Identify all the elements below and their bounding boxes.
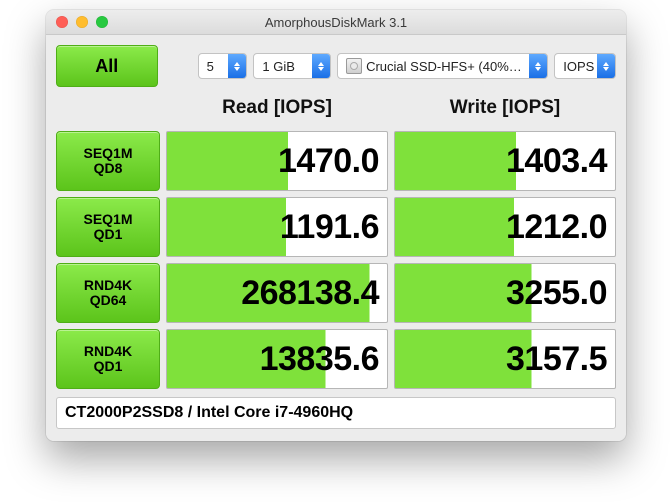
test-button-seq1m-qd8[interactable]: SEQ1M QD8: [56, 131, 160, 191]
test-button-rnd4k-qd64[interactable]: RND4K QD64: [56, 263, 160, 323]
row-label-l2: QD1: [94, 227, 123, 242]
read-cell: 1470.0: [166, 131, 388, 191]
mode-value: IOPS: [555, 59, 597, 74]
test-size-select[interactable]: 1 GiB: [253, 53, 331, 79]
row-label-l2: QD1: [94, 359, 123, 374]
read-value: 1191.6: [280, 208, 379, 247]
device-info[interactable]: CT2000P2SSD8 / Intel Core i7-4960HQ: [56, 397, 616, 429]
write-cell: 1403.4: [394, 131, 616, 191]
row-label-l1: RND4K: [84, 344, 132, 359]
minimize-icon[interactable]: [76, 16, 88, 28]
read-cell: 268138.4: [166, 263, 388, 323]
read-header: Read [IOPS]: [166, 93, 388, 125]
iterations-select[interactable]: 5: [198, 53, 248, 79]
results-grid: Read [IOPS] Write [IOPS] SEQ1M QD8 1470.…: [56, 93, 616, 389]
disk-icon: [346, 58, 362, 74]
chevron-updown-icon: [312, 54, 330, 78]
write-value: 3157.5: [506, 340, 607, 379]
iterations-value: 5: [199, 59, 229, 74]
disk-label: Crucial SSD-HFS+ (40%…: [366, 59, 522, 74]
read-value: 268138.4: [241, 274, 379, 313]
write-header: Write [IOPS]: [394, 93, 616, 125]
device-info-text: CT2000P2SSD8 / Intel Core i7-4960HQ: [65, 404, 353, 422]
run-all-label: All: [95, 56, 118, 77]
run-all-button[interactable]: All: [56, 45, 158, 87]
write-cell: 3255.0: [394, 263, 616, 323]
mode-select[interactable]: IOPS: [554, 53, 616, 79]
window-title: AmorphousDiskMark 3.1: [46, 15, 626, 30]
disk-select[interactable]: Crucial SSD-HFS+ (40%…: [337, 53, 548, 79]
write-value: 1212.0: [506, 208, 607, 247]
row-label-l2: QD8: [94, 161, 123, 176]
test-size-value: 1 GiB: [254, 59, 312, 74]
row-label-l2: QD64: [90, 293, 127, 308]
row-label-l1: RND4K: [84, 278, 132, 293]
read-value: 13835.6: [260, 340, 379, 379]
read-value: 1470.0: [278, 142, 379, 181]
chevron-updown-icon: [597, 54, 615, 78]
chevron-updown-icon: [228, 54, 246, 78]
row-label-l1: SEQ1M: [83, 146, 132, 161]
write-value: 1403.4: [506, 142, 607, 181]
toolbar: All 5 1 GiB Crucial SSD-HFS+ (40%… IOPS: [56, 45, 616, 87]
zoom-icon[interactable]: [96, 16, 108, 28]
disk-value: Crucial SSD-HFS+ (40%…: [338, 58, 529, 74]
row-label-l1: SEQ1M: [83, 212, 132, 227]
test-button-rnd4k-qd1[interactable]: RND4K QD1: [56, 329, 160, 389]
test-button-seq1m-qd1[interactable]: SEQ1M QD1: [56, 197, 160, 257]
app-window: AmorphousDiskMark 3.1 All 5 1 GiB Crucia…: [46, 10, 626, 441]
write-cell: 3157.5: [394, 329, 616, 389]
titlebar[interactable]: AmorphousDiskMark 3.1: [46, 10, 626, 35]
read-cell: 1191.6: [166, 197, 388, 257]
write-cell: 1212.0: [394, 197, 616, 257]
window-controls: [46, 16, 108, 28]
close-icon[interactable]: [56, 16, 68, 28]
grid-spacer: [56, 93, 160, 125]
chevron-updown-icon: [529, 54, 547, 78]
write-value: 3255.0: [506, 274, 607, 313]
content-area: All 5 1 GiB Crucial SSD-HFS+ (40%… IOPS: [46, 35, 626, 441]
read-cell: 13835.6: [166, 329, 388, 389]
